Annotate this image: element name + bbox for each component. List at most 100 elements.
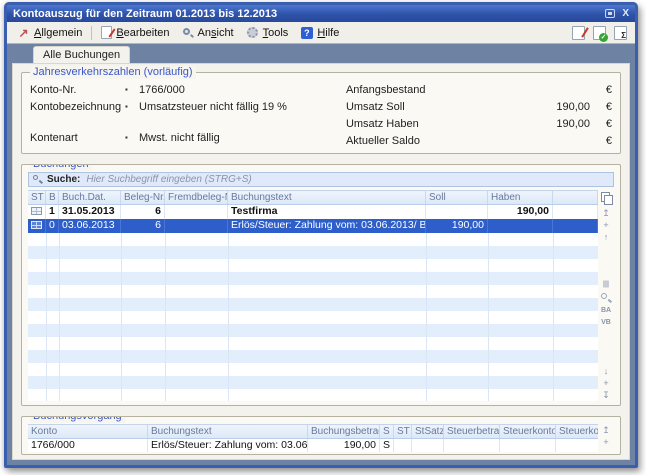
toolbar-right: ✓ Σ xyxy=(572,26,631,40)
columns-icon[interactable]: ||| xyxy=(599,279,613,291)
kontenart-label: Kontenart xyxy=(30,132,125,144)
euro-sign: € xyxy=(590,118,612,130)
menu-bearbeiten[interactable]: Bearbeiten xyxy=(95,24,175,41)
menu-separator xyxy=(91,26,92,40)
umsatz-haben-label: Umsatz Haben xyxy=(346,118,520,130)
cell-steuerbetrag xyxy=(444,439,500,452)
edit-book-icon[interactable] xyxy=(572,26,585,40)
arrow-up-right-icon: ↗ xyxy=(17,26,30,39)
search-label: Suche: xyxy=(47,174,80,185)
title-bar[interactable]: Kontoauszug für den Zeitraum 01.2013 bis… xyxy=(7,5,635,22)
umsatz-soll-value: 190,00 xyxy=(520,101,590,113)
euro-sign: € xyxy=(590,84,612,96)
summary-right-column: Anfangsbestand € Umsatz Soll 190,00 € Um… xyxy=(336,81,612,149)
group-title-buchungsvorgang: Buchungsvorgang xyxy=(30,416,125,423)
cell-date: 03.06.2013 xyxy=(59,219,121,233)
scroll-top-icon[interactable]: ↥ xyxy=(599,207,613,219)
cell-fremdbeleg xyxy=(165,205,228,219)
euro-sign: € xyxy=(590,101,612,113)
umsatz-soll-label: Umsatz Soll xyxy=(346,101,520,113)
col-st[interactable]: ST xyxy=(394,425,412,438)
edit-page-icon xyxy=(101,26,112,39)
col-buchungstext[interactable]: Buchungstext xyxy=(228,191,426,204)
close-icon[interactable]: X xyxy=(622,9,629,19)
search-icon xyxy=(33,175,43,185)
col-s[interactable]: S xyxy=(380,425,394,438)
col-b[interactable]: B xyxy=(46,191,59,204)
vb-icon[interactable]: VB xyxy=(599,317,613,329)
cell-s: S xyxy=(380,439,394,452)
col-konto[interactable]: Konto xyxy=(28,425,148,438)
bookings-table: ST B Buch.Dat. Beleg-Nr. Fremdbeleg-Nr. … xyxy=(28,190,598,401)
col-steuerbetrag[interactable]: Steuerbetrag xyxy=(444,425,500,438)
col-steuerkonto2[interactable]: Steuerkonto 2 xyxy=(556,425,598,438)
booking-status-icon xyxy=(31,221,42,229)
konto-nr-value: 1766/000 xyxy=(139,84,185,96)
col-soll[interactable]: Soll xyxy=(426,191,488,204)
summary-left-column: Konto-Nr. ▪ 1766/000 Kontobezeichnung ▪ … xyxy=(30,81,336,149)
transaction-table-header: Konto Buchungstext Buchungsbetrag S ST S… xyxy=(28,425,598,439)
cell-haben xyxy=(488,219,553,233)
copy-columns-icon[interactable] xyxy=(601,192,612,203)
menu-hilfe-label: Hilfe xyxy=(317,27,339,39)
bookings-side-toolbar: ↥ + ↑ ||| BA VB ↓ + ↧ xyxy=(598,190,614,401)
menu-ansicht-label: Ansicht xyxy=(198,27,234,39)
col-buchdat[interactable]: Buch.Dat. xyxy=(59,191,121,204)
cell-stsatz xyxy=(412,439,444,452)
row-up-icon[interactable]: + xyxy=(599,219,613,231)
gear-icon xyxy=(247,27,258,38)
col-filler xyxy=(553,191,598,204)
screen: Kontoauszug für den Zeitraum 01.2013 bis… xyxy=(0,0,646,475)
cell-fremdbeleg xyxy=(165,219,228,233)
menu-allgemein[interactable]: ↗ Allgemein xyxy=(11,24,88,41)
cell-haben: 190,00 xyxy=(488,205,553,219)
group-title-jahresverkehrszahlen: Jahresverkehrszahlen (vorläufig) xyxy=(30,66,196,79)
empty-rows xyxy=(28,233,598,401)
cell-b: 1 xyxy=(46,205,59,219)
konto-nr-label: Konto-Nr. xyxy=(30,84,125,96)
col-st[interactable]: ST xyxy=(28,191,46,204)
restore-icon[interactable] xyxy=(605,9,615,18)
tab-alle-buchungen[interactable]: Alle Buchungen xyxy=(33,46,130,63)
cell-text: Erlös/Steuer: Zahlung vom: 03.06.2013/ B… xyxy=(148,439,308,452)
table-row[interactable]: 1766/000 Erlös/Steuer: Zahlung vom: 03.0… xyxy=(28,439,598,452)
menu-tools[interactable]: Tools xyxy=(240,24,295,41)
col-steuerkonto1[interactable]: Steuerkonto 1 xyxy=(500,425,556,438)
view-magnifier-icon xyxy=(182,27,194,39)
page-up-icon[interactable]: ↑ xyxy=(599,231,613,243)
help-icon: ? xyxy=(301,27,313,39)
group-jahresverkehrszahlen: Jahresverkehrszahlen (vorläufig) Konto-N… xyxy=(21,72,621,154)
row-down-icon[interactable]: + xyxy=(599,377,613,389)
cell-b: 0 xyxy=(46,219,59,233)
anfangsbestand-label: Anfangsbestand xyxy=(346,84,520,96)
page-check-icon[interactable]: ✓ xyxy=(593,26,606,40)
bookings-table-header: ST B Buch.Dat. Beleg-Nr. Fremdbeleg-Nr. … xyxy=(28,191,598,205)
search-input[interactable]: Suche: Hier Suchbegriff eingeben (STRG+S… xyxy=(28,172,614,187)
col-haben[interactable]: Haben xyxy=(488,191,553,204)
scroll-top-icon[interactable]: ↥ xyxy=(599,424,613,436)
scroll-bottom-icon[interactable]: ↧ xyxy=(599,389,613,401)
content-panel: Jahresverkehrszahlen (vorläufig) Konto-N… xyxy=(12,63,630,460)
menu-hilfe[interactable]: ? Hilfe xyxy=(294,24,345,41)
col-buchungsbetrag[interactable]: Buchungsbetrag xyxy=(308,425,380,438)
kontobezeichnung-label: Kontobezeichnung xyxy=(30,101,125,113)
table-row-selected[interactable]: 0 03.06.2013 6 Erlös/Steuer: Zahlung vom… xyxy=(28,219,598,233)
menu-ansicht[interactable]: Ansicht xyxy=(176,25,240,41)
cell-beleg: 6 xyxy=(121,205,165,219)
menu-allgemein-label: Allgemein xyxy=(34,27,82,39)
cell-soll xyxy=(426,205,488,219)
cell-steuerkonto1 xyxy=(500,439,556,452)
col-belegnr[interactable]: Beleg-Nr. xyxy=(121,191,165,204)
cell-text: Testfirma xyxy=(228,205,426,219)
table-row[interactable]: 1 31.05.2013 6 Testfirma 190,00 xyxy=(28,205,598,219)
page-sum-icon[interactable]: Σ xyxy=(614,26,627,40)
page-down-icon[interactable]: ↓ xyxy=(599,365,613,377)
ba-icon[interactable]: BA xyxy=(599,305,613,317)
booking-status-icon xyxy=(31,207,42,215)
zoom-icon[interactable] xyxy=(600,292,612,304)
row-up-icon[interactable]: + xyxy=(599,436,613,448)
col-fremdbelegnr[interactable]: Fremdbeleg-Nr. xyxy=(165,191,228,204)
page-up-icon[interactable]: ↑ xyxy=(599,448,613,452)
col-buchungstext[interactable]: Buchungstext xyxy=(148,425,308,438)
col-stsatz[interactable]: StSatz xyxy=(412,425,444,438)
